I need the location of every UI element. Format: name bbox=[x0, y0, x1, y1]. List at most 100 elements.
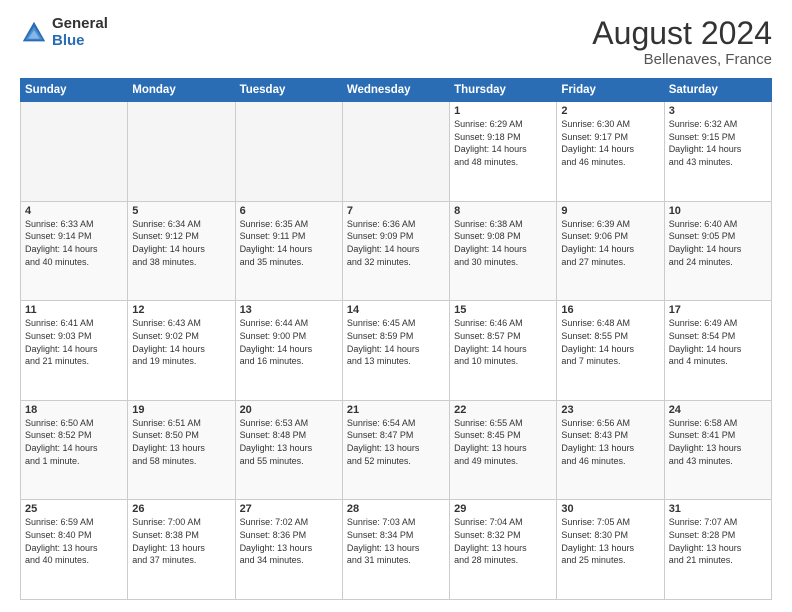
day-number: 4 bbox=[25, 205, 123, 217]
col-thursday: Thursday bbox=[450, 79, 557, 102]
table-row: 29Sunrise: 7:04 AMSunset: 8:32 PMDayligh… bbox=[450, 500, 557, 600]
day-number: 29 bbox=[454, 503, 552, 515]
day-info: Sunrise: 6:59 AMSunset: 8:40 PMDaylight:… bbox=[25, 516, 123, 566]
calendar-table: Sunday Monday Tuesday Wednesday Thursday… bbox=[20, 78, 772, 600]
table-row: 13Sunrise: 6:44 AMSunset: 9:00 PMDayligh… bbox=[235, 301, 342, 401]
logo-blue-text: Blue bbox=[52, 33, 108, 50]
day-info: Sunrise: 6:55 AMSunset: 8:45 PMDaylight:… bbox=[454, 417, 552, 467]
table-row: 10Sunrise: 6:40 AMSunset: 9:05 PMDayligh… bbox=[664, 201, 771, 301]
day-number: 8 bbox=[454, 205, 552, 217]
calendar-week-row: 18Sunrise: 6:50 AMSunset: 8:52 PMDayligh… bbox=[21, 400, 772, 500]
table-row: 1Sunrise: 6:29 AMSunset: 9:18 PMDaylight… bbox=[450, 102, 557, 202]
calendar-header-row: Sunday Monday Tuesday Wednesday Thursday… bbox=[21, 79, 772, 102]
table-row: 6Sunrise: 6:35 AMSunset: 9:11 PMDaylight… bbox=[235, 201, 342, 301]
calendar-week-row: 11Sunrise: 6:41 AMSunset: 9:03 PMDayligh… bbox=[21, 301, 772, 401]
day-info: Sunrise: 6:46 AMSunset: 8:57 PMDaylight:… bbox=[454, 317, 552, 367]
table-row: 31Sunrise: 7:07 AMSunset: 8:28 PMDayligh… bbox=[664, 500, 771, 600]
day-info: Sunrise: 7:07 AMSunset: 8:28 PMDaylight:… bbox=[669, 516, 767, 566]
table-row: 26Sunrise: 7:00 AMSunset: 8:38 PMDayligh… bbox=[128, 500, 235, 600]
table-row: 20Sunrise: 6:53 AMSunset: 8:48 PMDayligh… bbox=[235, 400, 342, 500]
day-number: 5 bbox=[132, 205, 230, 217]
calendar-week-row: 4Sunrise: 6:33 AMSunset: 9:14 PMDaylight… bbox=[21, 201, 772, 301]
day-number: 19 bbox=[132, 404, 230, 416]
day-info: Sunrise: 7:00 AMSunset: 8:38 PMDaylight:… bbox=[132, 516, 230, 566]
logo-general-text: General bbox=[52, 16, 108, 33]
table-row: 5Sunrise: 6:34 AMSunset: 9:12 PMDaylight… bbox=[128, 201, 235, 301]
table-row: 14Sunrise: 6:45 AMSunset: 8:59 PMDayligh… bbox=[342, 301, 449, 401]
table-row: 22Sunrise: 6:55 AMSunset: 8:45 PMDayligh… bbox=[450, 400, 557, 500]
day-info: Sunrise: 6:40 AMSunset: 9:05 PMDaylight:… bbox=[669, 218, 767, 268]
page: General Blue August 2024 Bellenaves, Fra… bbox=[0, 0, 792, 612]
table-row: 9Sunrise: 6:39 AMSunset: 9:06 PMDaylight… bbox=[557, 201, 664, 301]
day-number: 26 bbox=[132, 503, 230, 515]
day-number: 14 bbox=[347, 304, 445, 316]
col-wednesday: Wednesday bbox=[342, 79, 449, 102]
day-number: 27 bbox=[240, 503, 338, 515]
day-number: 16 bbox=[561, 304, 659, 316]
table-row: 23Sunrise: 6:56 AMSunset: 8:43 PMDayligh… bbox=[557, 400, 664, 500]
col-saturday: Saturday bbox=[664, 79, 771, 102]
day-info: Sunrise: 6:38 AMSunset: 9:08 PMDaylight:… bbox=[454, 218, 552, 268]
day-number: 11 bbox=[25, 304, 123, 316]
day-number: 13 bbox=[240, 304, 338, 316]
logo: General Blue bbox=[20, 16, 108, 49]
table-row: 17Sunrise: 6:49 AMSunset: 8:54 PMDayligh… bbox=[664, 301, 771, 401]
table-row bbox=[235, 102, 342, 202]
calendar-week-row: 1Sunrise: 6:29 AMSunset: 9:18 PMDaylight… bbox=[21, 102, 772, 202]
table-row: 21Sunrise: 6:54 AMSunset: 8:47 PMDayligh… bbox=[342, 400, 449, 500]
day-number: 10 bbox=[669, 205, 767, 217]
table-row: 18Sunrise: 6:50 AMSunset: 8:52 PMDayligh… bbox=[21, 400, 128, 500]
table-row bbox=[128, 102, 235, 202]
day-info: Sunrise: 6:34 AMSunset: 9:12 PMDaylight:… bbox=[132, 218, 230, 268]
header: General Blue August 2024 Bellenaves, Fra… bbox=[20, 16, 772, 68]
col-monday: Monday bbox=[128, 79, 235, 102]
day-number: 3 bbox=[669, 105, 767, 117]
day-number: 23 bbox=[561, 404, 659, 416]
table-row: 7Sunrise: 6:36 AMSunset: 9:09 PMDaylight… bbox=[342, 201, 449, 301]
table-row: 2Sunrise: 6:30 AMSunset: 9:17 PMDaylight… bbox=[557, 102, 664, 202]
day-info: Sunrise: 6:53 AMSunset: 8:48 PMDaylight:… bbox=[240, 417, 338, 467]
table-row: 15Sunrise: 6:46 AMSunset: 8:57 PMDayligh… bbox=[450, 301, 557, 401]
day-number: 24 bbox=[669, 404, 767, 416]
day-number: 18 bbox=[25, 404, 123, 416]
day-info: Sunrise: 7:03 AMSunset: 8:34 PMDaylight:… bbox=[347, 516, 445, 566]
day-number: 9 bbox=[561, 205, 659, 217]
day-info: Sunrise: 6:29 AMSunset: 9:18 PMDaylight:… bbox=[454, 118, 552, 168]
table-row: 28Sunrise: 7:03 AMSunset: 8:34 PMDayligh… bbox=[342, 500, 449, 600]
day-info: Sunrise: 6:39 AMSunset: 9:06 PMDaylight:… bbox=[561, 218, 659, 268]
day-number: 30 bbox=[561, 503, 659, 515]
day-info: Sunrise: 6:36 AMSunset: 9:09 PMDaylight:… bbox=[347, 218, 445, 268]
logo-text: General Blue bbox=[52, 16, 108, 49]
day-info: Sunrise: 6:33 AMSunset: 9:14 PMDaylight:… bbox=[25, 218, 123, 268]
day-number: 31 bbox=[669, 503, 767, 515]
day-number: 6 bbox=[240, 205, 338, 217]
day-info: Sunrise: 7:04 AMSunset: 8:32 PMDaylight:… bbox=[454, 516, 552, 566]
table-row: 11Sunrise: 6:41 AMSunset: 9:03 PMDayligh… bbox=[21, 301, 128, 401]
day-info: Sunrise: 7:05 AMSunset: 8:30 PMDaylight:… bbox=[561, 516, 659, 566]
day-info: Sunrise: 6:58 AMSunset: 8:41 PMDaylight:… bbox=[669, 417, 767, 467]
table-row: 3Sunrise: 6:32 AMSunset: 9:15 PMDaylight… bbox=[664, 102, 771, 202]
day-number: 7 bbox=[347, 205, 445, 217]
day-number: 17 bbox=[669, 304, 767, 316]
day-number: 21 bbox=[347, 404, 445, 416]
table-row: 8Sunrise: 6:38 AMSunset: 9:08 PMDaylight… bbox=[450, 201, 557, 301]
day-info: Sunrise: 6:35 AMSunset: 9:11 PMDaylight:… bbox=[240, 218, 338, 268]
day-info: Sunrise: 7:02 AMSunset: 8:36 PMDaylight:… bbox=[240, 516, 338, 566]
col-tuesday: Tuesday bbox=[235, 79, 342, 102]
logo-icon bbox=[20, 19, 48, 47]
day-info: Sunrise: 6:48 AMSunset: 8:55 PMDaylight:… bbox=[561, 317, 659, 367]
day-info: Sunrise: 6:30 AMSunset: 9:17 PMDaylight:… bbox=[561, 118, 659, 168]
day-info: Sunrise: 6:54 AMSunset: 8:47 PMDaylight:… bbox=[347, 417, 445, 467]
table-row: 12Sunrise: 6:43 AMSunset: 9:02 PMDayligh… bbox=[128, 301, 235, 401]
day-number: 25 bbox=[25, 503, 123, 515]
main-title: August 2024 bbox=[592, 16, 772, 51]
table-row: 16Sunrise: 6:48 AMSunset: 8:55 PMDayligh… bbox=[557, 301, 664, 401]
day-number: 22 bbox=[454, 404, 552, 416]
table-row: 25Sunrise: 6:59 AMSunset: 8:40 PMDayligh… bbox=[21, 500, 128, 600]
day-info: Sunrise: 6:51 AMSunset: 8:50 PMDaylight:… bbox=[132, 417, 230, 467]
col-friday: Friday bbox=[557, 79, 664, 102]
title-block: August 2024 Bellenaves, France bbox=[592, 16, 772, 68]
table-row bbox=[21, 102, 128, 202]
day-number: 2 bbox=[561, 105, 659, 117]
day-number: 20 bbox=[240, 404, 338, 416]
